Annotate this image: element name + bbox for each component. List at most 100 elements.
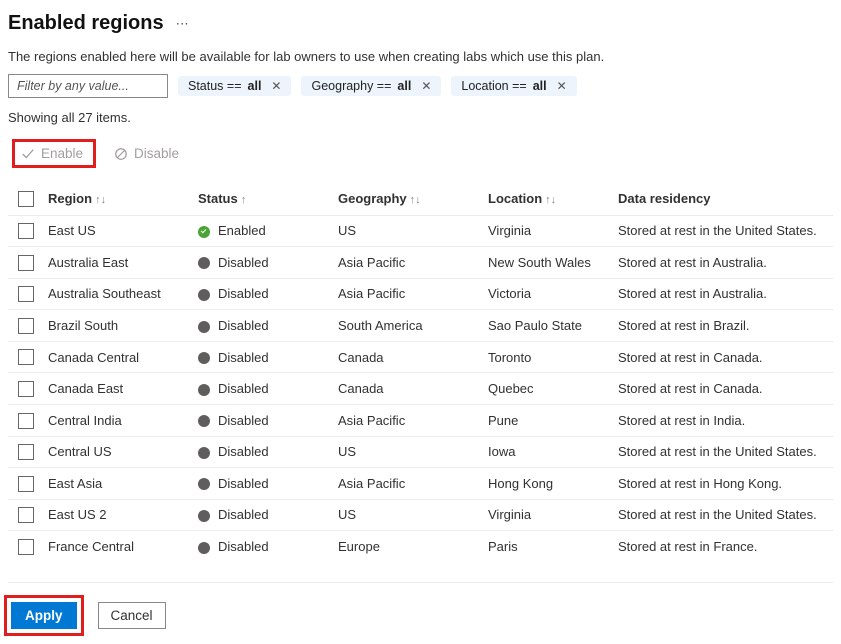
cell-location: Pune [484,404,614,436]
cell-geography: Canada [334,341,484,373]
status-label: Disabled [218,255,269,270]
filter-chip[interactable]: Status == all✕ [178,76,291,96]
cell-residency: Stored at rest in the United States. [614,499,833,531]
status-label: Enabled [218,223,266,238]
chip-remove-icon[interactable]: ✕ [553,79,571,93]
cell-region: East Asia [44,468,194,500]
cell-residency: Stored at rest in Brazil. [614,310,833,342]
status-dot-icon [198,384,210,396]
chip-field: Location == [461,79,526,93]
status-dot-icon [198,289,210,301]
table-row: Australia Southeast Disabled Asia PacificV… [8,278,833,310]
check-icon [21,147,35,161]
cell-status: Disabled [194,247,334,279]
cell-residency: Stored at rest in France. [614,531,833,562]
cell-region: East US [44,215,194,247]
status-label: Disabled [218,413,269,428]
cell-location: Toronto [484,341,614,373]
col-header-status[interactable]: Status↑ [194,182,334,215]
filter-chip[interactable]: Location == all ✕ [451,76,576,96]
cell-status: Disabled [194,278,334,310]
cell-region: Australia Southeast [44,278,194,310]
col-header-status-label: Status [198,191,238,206]
row-checkbox[interactable] [18,286,34,302]
chip-value: all [248,79,262,93]
cell-geography: Asia Pacific [334,278,484,310]
cell-geography: South America [334,310,484,342]
cell-status: Disabled [194,341,334,373]
cell-geography: Asia Pacific [334,247,484,279]
row-checkbox[interactable] [18,539,34,555]
select-all-checkbox[interactable] [18,191,34,207]
status-label: Disabled [218,444,269,459]
highlight-box-enable: Enable [12,139,96,168]
row-checkbox[interactable] [18,413,34,429]
sort-icon: ↑↓ [95,194,106,206]
cell-residency: Stored at rest in Australia. [614,247,833,279]
enable-button[interactable]: Enable [17,146,87,161]
row-checkbox[interactable] [18,349,34,365]
cell-location: Virginia [484,215,614,247]
table-row: East AsiaDisabledAsia PacificHong KongSt… [8,468,833,500]
row-checkbox[interactable] [18,444,34,460]
cell-location: Victoria [484,278,614,310]
cell-region: Australia East [44,247,194,279]
sort-asc-icon: ↑ [241,194,247,206]
row-checkbox[interactable] [18,381,34,397]
chip-remove-icon[interactable]: ✕ [267,79,285,93]
table-row: France CentralDisabledEuropeParisStored … [8,531,833,562]
cell-region: Central India [44,404,194,436]
chip-value: all [533,79,547,93]
cell-geography: Canada [334,373,484,405]
table-row: Australia EastDisabledAsia PacificNew So… [8,247,833,279]
cell-residency: Stored at rest in Australia. [614,278,833,310]
cell-region: France Central [44,531,194,562]
cell-residency: Stored at rest in the United States. [614,215,833,247]
status-dot-icon [198,321,210,333]
table-header-row: Region↑↓ Status↑ Geography↑↓ Location↑↓ … [8,182,833,215]
filter-chip[interactable]: Geography == all✕ [301,76,441,96]
cell-residency: Stored at rest in Hong Kong. [614,468,833,500]
cell-region: Brazil South [44,310,194,342]
col-header-residency-label: Data residency [618,191,711,206]
col-header-location[interactable]: Location↑↓ [484,182,614,215]
row-checkbox[interactable] [18,223,34,239]
chip-remove-icon[interactable]: ✕ [417,79,435,93]
disable-button[interactable]: Disable [110,146,183,161]
status-label: Disabled [218,507,269,522]
regions-table: Region↑↓ Status↑ Geography↑↓ Location↑↓ … [8,182,833,562]
cancel-button[interactable]: Cancel [98,602,166,629]
cell-status: Disabled [194,373,334,405]
more-icon[interactable]: ⋯ [176,16,190,32]
status-dot-icon [198,415,210,427]
page-title: Enabled regions [8,12,164,35]
status-label: Disabled [218,286,269,301]
row-checkbox[interactable] [18,255,34,271]
cell-region: Canada Central [44,341,194,373]
status-dot-icon [198,352,210,364]
sort-icon: ↑↓ [410,194,421,206]
cell-location: Hong Kong [484,468,614,500]
col-header-region[interactable]: Region↑↓ [44,182,194,215]
cell-status: Enabled [194,215,334,247]
filter-input[interactable] [8,74,168,98]
col-header-region-label: Region [48,191,92,206]
sort-icon: ↑↓ [545,194,556,206]
apply-button[interactable]: Apply [11,602,77,629]
status-label: Disabled [218,476,269,491]
status-label: Disabled [218,381,269,396]
col-header-geography[interactable]: Geography↑↓ [334,182,484,215]
row-checkbox[interactable] [18,476,34,492]
row-checkbox[interactable] [18,507,34,523]
cell-status: Disabled [194,310,334,342]
cell-geography: Europe [334,531,484,562]
cell-status: Disabled [194,499,334,531]
cell-region: Central US [44,436,194,468]
status-dot-icon [198,226,210,238]
row-checkbox[interactable] [18,318,34,334]
col-header-geography-label: Geography [338,191,407,206]
col-header-location-label: Location [488,191,542,206]
status-dot-icon [198,478,210,490]
col-header-residency[interactable]: Data residency [614,182,833,215]
description-text: The regions enabled here will be availab… [8,49,833,64]
